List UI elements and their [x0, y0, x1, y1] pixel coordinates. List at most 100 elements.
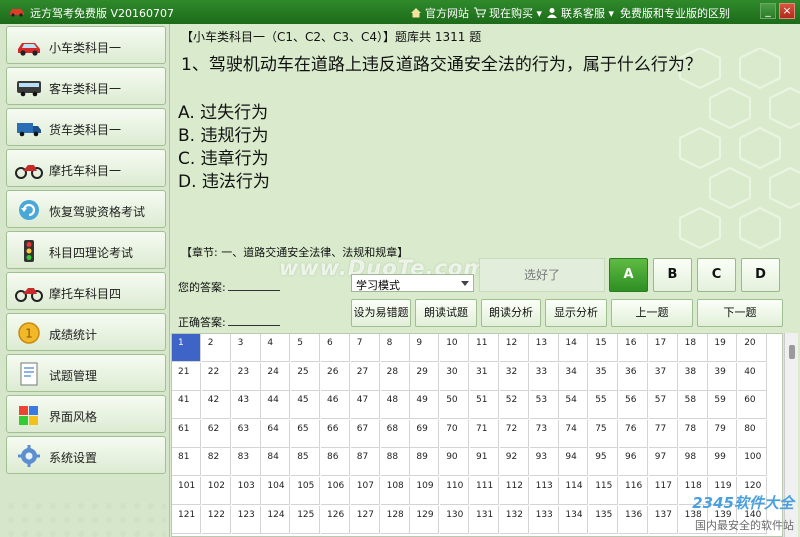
question-number-cell[interactable]: 32: [499, 362, 529, 391]
question-number-cell[interactable]: 79: [708, 419, 738, 448]
question-number-cell[interactable]: 132: [499, 505, 529, 534]
question-number-cell[interactable]: 101: [172, 477, 201, 505]
question-number-cell[interactable]: 109: [410, 477, 440, 505]
question-number-cell[interactable]: 46: [321, 391, 350, 420]
question-number-cell[interactable]: 89: [410, 448, 440, 477]
choice-d-button[interactable]: D: [741, 258, 780, 292]
next-question-button[interactable]: 下一题: [697, 299, 783, 327]
question-number-cell[interactable]: 28: [380, 362, 410, 391]
question-number-cell[interactable]: 77: [648, 419, 678, 448]
question-number-cell[interactable]: 105: [291, 477, 321, 505]
question-number-cell[interactable]: 86: [321, 448, 350, 477]
question-number-cell[interactable]: 60: [738, 391, 768, 420]
question-number-cell[interactable]: 61: [172, 419, 201, 448]
question-number-cell[interactable]: 3: [231, 334, 261, 362]
close-button[interactable]: ×: [779, 3, 795, 19]
read-analysis-button[interactable]: 朗读分析: [481, 299, 541, 327]
done-button[interactable]: 选好了: [479, 258, 605, 292]
choice-b-button[interactable]: B: [653, 258, 692, 292]
question-number-cell[interactable]: 49: [410, 391, 440, 420]
question-number-cell[interactable]: 65: [291, 419, 321, 448]
question-number-cell[interactable]: 51: [470, 391, 499, 420]
question-number-cell[interactable]: 84: [261, 448, 291, 477]
question-number-cell[interactable]: 122: [201, 505, 231, 534]
question-number-cell[interactable]: 76: [619, 419, 648, 448]
question-number-cell[interactable]: 115: [589, 477, 619, 505]
question-number-cell[interactable]: 134: [559, 505, 589, 534]
sidebar-item-truck-subject1[interactable]: 货车类科目一: [6, 108, 166, 146]
question-number-cell[interactable]: 44: [261, 391, 291, 420]
question-number-cell[interactable]: 103: [231, 477, 261, 505]
official-site-link[interactable]: 官方网站: [410, 5, 469, 21]
question-number-cell[interactable]: 90: [440, 448, 470, 477]
question-number-cell[interactable]: 4: [261, 334, 291, 362]
question-number-cell[interactable]: 16: [619, 334, 648, 362]
question-number-cell[interactable]: 9: [410, 334, 440, 362]
question-number-cell[interactable]: 117: [648, 477, 678, 505]
question-number-cell[interactable]: 93: [529, 448, 559, 477]
question-number-cell[interactable]: 33: [529, 362, 559, 391]
question-number-cell[interactable]: 116: [619, 477, 648, 505]
question-number-cell[interactable]: 88: [380, 448, 410, 477]
question-number-cell[interactable]: 41: [172, 391, 201, 420]
question-number-cell[interactable]: 23: [231, 362, 261, 391]
question-number-cell[interactable]: 130: [440, 505, 470, 534]
question-number-cell[interactable]: 30: [440, 362, 470, 391]
mark-hard-button[interactable]: 设为易错题: [351, 299, 411, 327]
sidebar-item-score-stats[interactable]: 1 成绩统计: [6, 313, 166, 351]
question-number-cell[interactable]: 102: [201, 477, 231, 505]
question-number-cell[interactable]: 12: [499, 334, 529, 362]
question-number-cell[interactable]: 126: [321, 505, 350, 534]
question-number-cell[interactable]: 107: [350, 477, 380, 505]
question-number-cell[interactable]: 18: [678, 334, 708, 362]
question-number-cell[interactable]: 62: [201, 419, 231, 448]
question-number-cell[interactable]: 43: [231, 391, 261, 420]
question-number-cell[interactable]: 94: [559, 448, 589, 477]
question-number-cell[interactable]: 72: [499, 419, 529, 448]
question-number-cell[interactable]: 55: [589, 391, 619, 420]
question-number-cell[interactable]: 128: [380, 505, 410, 534]
question-number-cell[interactable]: 112: [499, 477, 529, 505]
question-number-cell[interactable]: 135: [589, 505, 619, 534]
question-number-cell[interactable]: 48: [380, 391, 410, 420]
question-number-cell[interactable]: 38: [678, 362, 708, 391]
prev-question-button[interactable]: 上一题: [611, 299, 693, 327]
question-number-cell[interactable]: 85: [291, 448, 321, 477]
question-number-cell[interactable]: 63: [231, 419, 261, 448]
question-number-cell[interactable]: 36: [619, 362, 648, 391]
question-number-cell[interactable]: 37: [648, 362, 678, 391]
question-number-cell[interactable]: 14: [559, 334, 589, 362]
question-number-cell[interactable]: 29: [410, 362, 440, 391]
question-number-cell[interactable]: 45: [291, 391, 321, 420]
question-number-cell[interactable]: 81: [172, 448, 201, 477]
question-number-cell[interactable]: 106: [321, 477, 350, 505]
question-number-cell[interactable]: 11: [470, 334, 499, 362]
question-number-cell[interactable]: 73: [529, 419, 559, 448]
question-number-cell[interactable]: 15: [589, 334, 619, 362]
contact-support-menu[interactable]: 联系客服 ▾: [546, 5, 614, 21]
sidebar-item-car-subject1[interactable]: 小车类科目一: [6, 26, 166, 64]
question-number-cell[interactable]: 59: [708, 391, 738, 420]
sidebar-item-system-settings[interactable]: 系统设置: [6, 436, 166, 474]
question-number-cell[interactable]: 75: [589, 419, 619, 448]
question-number-cell[interactable]: 27: [350, 362, 380, 391]
question-number-cell[interactable]: 124: [261, 505, 291, 534]
question-number-cell[interactable]: 8: [380, 334, 410, 362]
question-number-cell[interactable]: 25: [291, 362, 321, 391]
question-number-cell[interactable]: 95: [589, 448, 619, 477]
question-number-cell[interactable]: 26: [321, 362, 350, 391]
question-number-cell[interactable]: 47: [350, 391, 380, 420]
sidebar-item-bus-subject1[interactable]: 客车类科目一: [6, 67, 166, 105]
question-number-cell[interactable]: 123: [231, 505, 261, 534]
edition-compare-link[interactable]: 免费版和专业版的区别: [620, 5, 730, 21]
choice-a-button[interactable]: A: [609, 258, 648, 292]
question-number-cell[interactable]: 22: [201, 362, 231, 391]
question-number-cell[interactable]: 92: [499, 448, 529, 477]
question-number-cell[interactable]: 83: [231, 448, 261, 477]
question-number-cell[interactable]: 20: [738, 334, 768, 362]
question-number-cell[interactable]: 54: [559, 391, 589, 420]
scrollbar-thumb[interactable]: [789, 345, 795, 359]
question-number-cell[interactable]: 64: [261, 419, 291, 448]
sidebar-item-subject4-theory[interactable]: 科目四理论考试: [6, 231, 166, 269]
question-number-cell[interactable]: 70: [440, 419, 470, 448]
